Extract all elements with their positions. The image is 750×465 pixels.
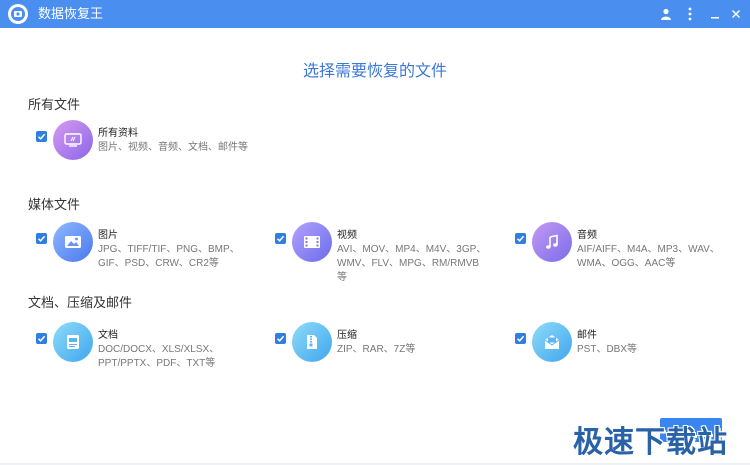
mail-checkbox[interactable] (515, 333, 526, 344)
all-data-checkbox[interactable] (36, 131, 47, 142)
archives-checkbox[interactable] (275, 333, 286, 344)
window-title: 数据恢复王 (38, 6, 104, 21)
item-name: 邮件 (577, 330, 597, 341)
checkmark-icon (37, 335, 46, 342)
checkmark-icon (276, 335, 285, 342)
section-title-documents: 文档、压缩及邮件 (28, 295, 133, 310)
item-documents[interactable]: 文档 DOC/DOCX、XLS/XLSX、PPT/PPTX、PDF、TXT等 (36, 322, 251, 370)
app-logo-icon (8, 4, 28, 24)
minimize-icon (711, 17, 719, 19)
document-icon (53, 322, 93, 362)
item-description: PST、DBX等 (577, 344, 638, 355)
item-description: 图片、视频、音频、文档、邮件等 (98, 142, 248, 153)
checkmark-icon (276, 235, 285, 242)
item-description: JPG、TIFF/TIF、PNG、BMP、GIF、PSD、CRW、CR2等 (98, 244, 240, 269)
item-all-data[interactable]: 所有资料 图片、视频、音频、文档、邮件等 (36, 120, 266, 168)
music-icon (532, 222, 572, 262)
item-name: 文档 (98, 330, 118, 341)
item-images[interactable]: 图片 JPG、TIFF/TIF、PNG、BMP、GIF、PSD、CRW、CR2等 (36, 222, 251, 270)
item-description: AIF/AIFF、M4A、MP3、WAV、WMA、OGG、AAC等 (577, 244, 720, 269)
title-bar: 数据恢复王 (0, 0, 750, 28)
item-name: 图片 (98, 230, 118, 241)
documents-checkbox[interactable] (36, 333, 47, 344)
checkmark-icon (37, 133, 46, 140)
item-description: ZIP、RAR、7Z等 (337, 344, 416, 355)
images-checkbox[interactable] (36, 233, 47, 244)
item-name: 音频 (577, 230, 597, 241)
checkmark-icon (37, 235, 46, 242)
watermark: 极速下载站 (573, 426, 728, 459)
video-icon (292, 222, 332, 262)
item-name: 所有资料 (98, 128, 138, 139)
item-videos[interactable]: 视频 AVI、MOV、MP4、M4V、3GP、WMV、FLV、MPG、RM/RM… (275, 222, 490, 283)
more-vertical-icon (688, 7, 692, 21)
page-heading: 选择需要恢复的文件 (302, 63, 447, 80)
all-data-icon (53, 120, 93, 160)
item-name: 视频 (337, 230, 357, 241)
videos-checkbox[interactable] (275, 233, 286, 244)
checkmark-icon (516, 235, 525, 242)
checkmark-icon (516, 335, 525, 342)
section-title-media-files: 媒体文件 (28, 197, 81, 212)
archive-icon (292, 322, 332, 362)
item-name: 压缩 (337, 330, 357, 341)
item-description: DOC/DOCX、XLS/XLSX、PPT/PPTX、PDF、TXT等 (98, 344, 220, 369)
minimize-button[interactable] (705, 4, 725, 24)
user-icon (661, 8, 671, 20)
close-icon (731, 9, 741, 19)
mail-icon (532, 322, 572, 362)
section-title-all-files: 所有文件 (28, 97, 81, 112)
item-mail[interactable]: 邮件 PST、DBX等 (515, 322, 730, 370)
image-icon (53, 222, 93, 262)
audio-checkbox[interactable] (515, 233, 526, 244)
user-button[interactable] (656, 4, 676, 24)
close-button[interactable] (726, 4, 746, 24)
item-audio[interactable]: 音频 AIF/AIFF、M4A、MP3、WAV、WMA、OGG、AAC等 (515, 222, 730, 270)
item-description: AVI、MOV、MP4、M4V、3GP、WMV、FLV、MPG、RM/RMVB等 (337, 244, 487, 283)
more-menu-button[interactable] (680, 4, 700, 24)
item-archives[interactable]: 压缩 ZIP、RAR、7Z等 (275, 322, 490, 370)
